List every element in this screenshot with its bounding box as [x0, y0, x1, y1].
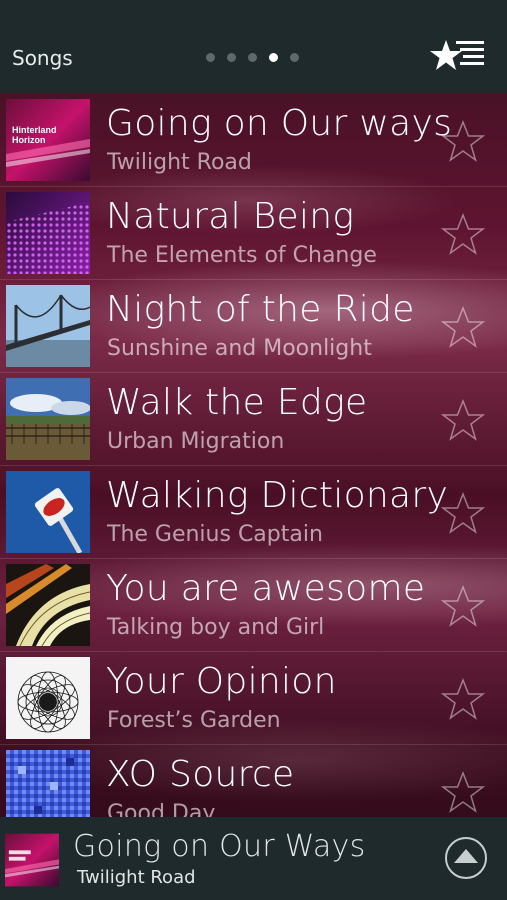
song-artist: Urban Migration — [107, 429, 285, 454]
star-outline-icon[interactable] — [440, 398, 486, 442]
song-artist: The Genius Captain — [107, 522, 323, 547]
svg-text:Hinterland: Hinterland — [12, 125, 57, 135]
album-art-mandala — [6, 657, 90, 739]
header-bar: Songs — [0, 0, 507, 93]
song-title: Night of the Ride — [106, 289, 415, 330]
now-playing-bar[interactable]: Going on Our Ways Twilight Road — [0, 817, 507, 900]
song-title: Walking Dictionary — [106, 475, 449, 516]
song-artist: Forest’s Garden — [107, 708, 281, 733]
song-row[interactable]: Walking Dictionary The Genius Captain — [0, 465, 507, 559]
page-title: Songs — [12, 46, 73, 70]
star-outline-icon[interactable] — [440, 677, 486, 721]
page-indicator — [206, 53, 299, 62]
song-title: You are awesome — [106, 568, 426, 609]
svg-text:Horizon: Horizon — [12, 135, 46, 145]
page-dot[interactable] — [290, 53, 299, 62]
now-playing-artist: Twilight Road — [77, 867, 196, 888]
star-outline-icon[interactable] — [440, 770, 486, 814]
song-row[interactable]: Natural Being The Elements of Change — [0, 186, 507, 280]
song-title: Natural Being — [106, 196, 355, 237]
song-artist: Twilight Road — [107, 150, 252, 175]
album-art-abstract — [6, 564, 90, 646]
now-playing-album-art — [5, 833, 59, 887]
expand-player-button[interactable] — [445, 837, 487, 879]
song-artist: Sunshine and Moonlight — [107, 336, 372, 361]
page-dot-active[interactable] — [269, 53, 278, 62]
star-outline-icon[interactable] — [440, 584, 486, 628]
page-dot[interactable] — [227, 53, 236, 62]
song-row[interactable]: You are awesome Talking boy and Girl — [0, 558, 507, 652]
page-dot[interactable] — [206, 53, 215, 62]
song-list[interactable]: Hinterland Horizon Going on Our ways Twi… — [0, 93, 507, 817]
song-title: Going on Our ways — [106, 103, 453, 144]
song-row[interactable]: XO Source Good Day — [0, 744, 507, 817]
album-art-dots — [6, 192, 90, 274]
song-artist: Talking boy and Girl — [107, 615, 325, 640]
song-title: Walk the Edge — [106, 382, 368, 423]
album-art-bridge — [6, 285, 90, 367]
song-row[interactable]: Your Opinion Forest’s Garden — [0, 651, 507, 745]
song-row[interactable]: Night of the Ride Sunshine and Moonlight — [0, 279, 507, 373]
album-art-hinterland: Hinterland Horizon — [6, 99, 90, 181]
chevron-up-icon — [454, 849, 478, 863]
song-title: XO Source — [106, 754, 295, 795]
star-outline-icon[interactable] — [440, 212, 486, 256]
star-outline-icon[interactable] — [440, 491, 486, 535]
star-list-icon — [430, 40, 484, 70]
page-dot[interactable] — [248, 53, 257, 62]
song-artist: The Elements of Change — [107, 243, 377, 268]
song-artist: Good Day — [107, 801, 216, 817]
album-art-landscape — [6, 378, 90, 460]
now-playing-title: Going on Our Ways — [73, 829, 366, 864]
star-outline-icon[interactable] — [440, 119, 486, 163]
album-art-sign — [6, 471, 90, 553]
star-outline-icon[interactable] — [440, 305, 486, 349]
album-art-mosaic — [6, 750, 90, 817]
song-title: Your Opinion — [106, 661, 337, 702]
song-row[interactable]: Hinterland Horizon Going on Our ways Twi… — [0, 93, 507, 187]
song-row[interactable]: Walk the Edge Urban Migration — [0, 372, 507, 466]
favorites-button[interactable] — [430, 38, 486, 76]
